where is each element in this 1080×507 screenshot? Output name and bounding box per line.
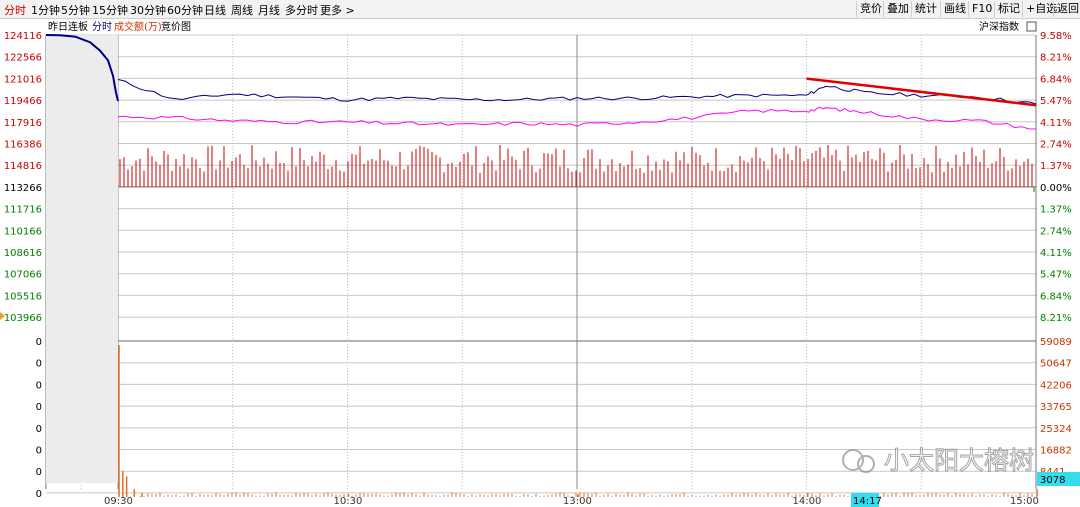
legend-prev-board: 昨日连板 — [48, 20, 88, 33]
volume-left-label: 0 — [36, 446, 42, 457]
intraday-chart[interactable]: 124116 9.58% 122566 8.21% 121016 6.84% 119466 5… — [0, 19, 1080, 507]
auction-button[interactable]: 竞价 — [856, 1, 885, 17]
pct-tick-label: 8.21% — [1040, 313, 1072, 324]
price-tick-label: 110166 — [4, 226, 42, 237]
tab-fenshi[interactable]: 分时 — [4, 2, 26, 18]
price-tick-label: 124116 — [4, 31, 42, 42]
tab-multi-fenshi[interactable]: 多分时 — [285, 2, 318, 18]
volume-left-label: 0 — [36, 424, 42, 435]
pct-tick-label: 2.74% — [1040, 140, 1072, 151]
volume-left-label: 0 — [36, 402, 42, 413]
time-label: 14:00 — [793, 496, 822, 507]
f10-button[interactable]: F10 — [968, 1, 995, 17]
volume-left-label: 0 — [36, 489, 42, 500]
pct-tick-label: 0.00% — [1040, 183, 1072, 194]
volume-right-label: 42206 — [1040, 380, 1072, 391]
time-label: 13:00 — [563, 496, 592, 507]
volume-readout: 3078 — [1040, 475, 1065, 486]
price-tick-label: 107066 — [4, 270, 42, 281]
legend-auction[interactable]: 竞价图 — [161, 20, 191, 33]
volume-right-label: 25324 — [1040, 424, 1072, 435]
tab-monthly[interactable]: 月线 — [258, 2, 280, 18]
price-tick-label: 117916 — [4, 118, 42, 129]
volume-left-label: 0 — [36, 380, 42, 391]
price-tick-label: 114816 — [4, 161, 42, 172]
pct-tick-label: 4.11% — [1040, 248, 1072, 259]
volume-right-label: 50647 — [1040, 359, 1072, 370]
volume-left-label: 0 — [36, 337, 42, 348]
price-tick-label: 116386 — [4, 140, 42, 151]
time-label: 09:30 — [104, 496, 133, 507]
draw-line-button[interactable]: 画线 — [940, 1, 969, 17]
price-lines — [45, 34, 1037, 130]
period-toolbar: 分时 1分钟 5分钟 15分钟 30分钟 60分钟 日线 周线 月线 多分时 更… — [0, 0, 1080, 19]
legend-fenshi: 分时 — [92, 21, 112, 33]
overlay-button[interactable]: 叠加 — [883, 1, 912, 17]
volume-right-label: 33765 — [1040, 402, 1072, 413]
pct-tick-label: 8.21% — [1040, 53, 1072, 64]
tab-1min[interactable]: 1分钟 — [31, 2, 60, 18]
price-tick-label: 122566 — [4, 53, 42, 64]
back-button[interactable]: 返回 — [1053, 1, 1080, 17]
index-toggle-checkbox[interactable] — [1026, 21, 1037, 32]
pct-tick-label: 6.84% — [1040, 74, 1072, 85]
tab-weekly[interactable]: 周线 — [231, 2, 253, 18]
pct-tick-label: 4.11% — [1040, 118, 1072, 129]
price-tick-label: 113266 — [4, 183, 42, 194]
tab-15min[interactable]: 15分钟 — [92, 2, 128, 18]
volume-left-label: 0 — [36, 467, 42, 478]
pct-tick-label: 5.47% — [1040, 96, 1072, 107]
chart-grid — [45, 34, 1037, 494]
prev-day-shade — [46, 35, 118, 484]
price-tick-label: 119466 — [4, 96, 42, 107]
volume-right-label: 16882 — [1040, 446, 1072, 457]
cursor-time: 14:17 — [853, 496, 882, 507]
pct-tick-label: 9.58% — [1040, 31, 1072, 42]
mark-button[interactable]: 标记 — [994, 1, 1023, 17]
price-tick-label: 121016 — [4, 74, 42, 85]
volume-left-label: 0 — [36, 359, 42, 370]
legend-volume: 成交额(万) — [114, 20, 162, 33]
price-tick-label: 111716 — [4, 205, 42, 216]
volume-right-label: 59089 — [1040, 337, 1072, 348]
pct-tick-label: 5.47% — [1040, 270, 1072, 281]
pct-tick-label: 1.37% — [1040, 161, 1072, 172]
pct-tick-label: 1.37% — [1040, 205, 1072, 216]
tab-60min[interactable]: 60分钟 — [167, 2, 203, 18]
watermark: 小太阳大榕树 — [842, 446, 1035, 476]
time-label: 10:30 — [334, 496, 363, 507]
price-tick-label: 103966 — [4, 313, 42, 324]
tab-daily[interactable]: 日线 — [204, 2, 226, 18]
pct-tick-label: 6.84% — [1040, 291, 1072, 302]
axis-labels: 124116 9.58% 122566 8.21% 121016 6.84% 119466 5… — [4, 31, 1072, 507]
price-tick-label: 108616 — [4, 248, 42, 259]
tab-5min[interactable]: 5分钟 — [61, 2, 90, 18]
stats-button[interactable]: 统计 — [911, 1, 940, 17]
price-tick-label: 105516 — [4, 291, 42, 302]
prev-day-panel — [46, 35, 118, 484]
time-label: 15:00 — [1010, 496, 1039, 507]
watermark-text: 小太阳大榕树 — [884, 446, 1034, 475]
tab-more[interactable]: 更多 > — [320, 2, 355, 18]
pct-tick-label: 2.74% — [1040, 226, 1072, 237]
tab-30min[interactable]: 30分钟 — [130, 2, 166, 18]
index-label[interactable]: 沪深指数 — [979, 20, 1019, 33]
